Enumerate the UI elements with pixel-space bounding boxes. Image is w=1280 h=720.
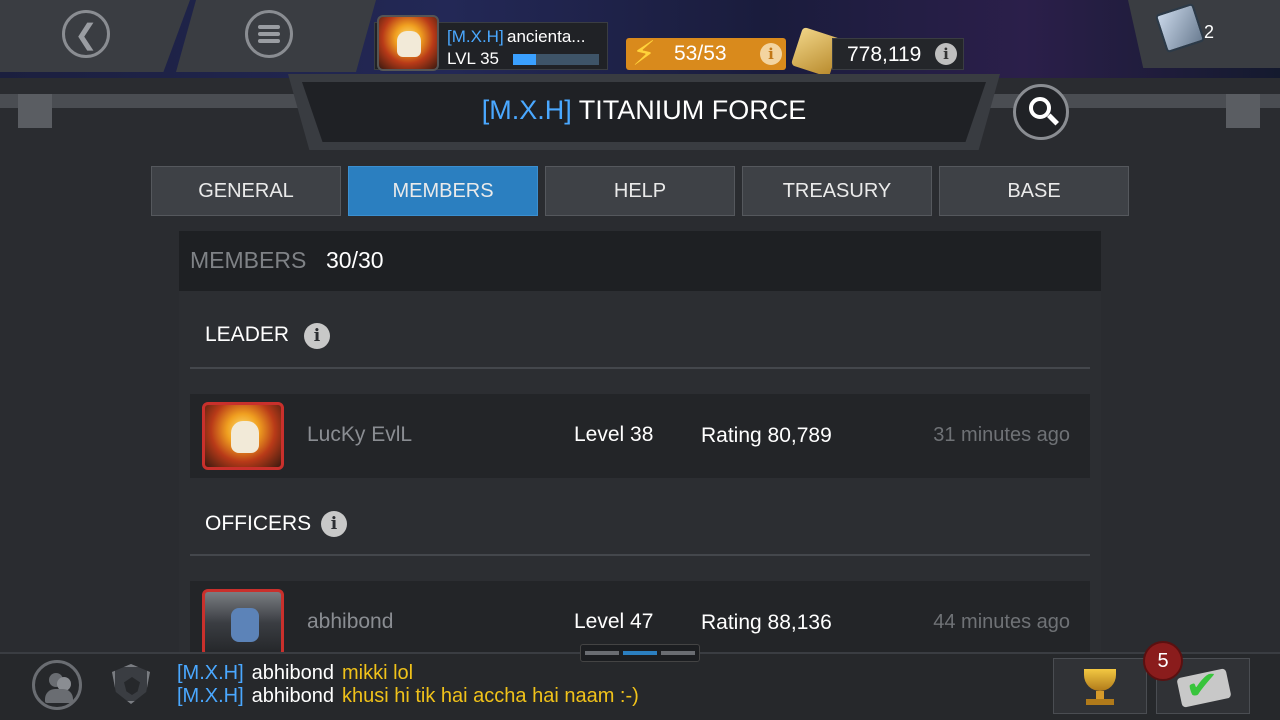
- chat-user: abhibond: [251, 662, 334, 684]
- member-name: LucKy EvlL: [307, 423, 413, 446]
- energy-meter[interactable]: ⚡ 53/53 i: [626, 35, 786, 73]
- members-panel: MEMBERS 30/30 LEADER i LucKy EvlL Level …: [179, 231, 1101, 665]
- back-button[interactable]: ❮: [62, 10, 110, 58]
- profile-card[interactable]: [M.X.H] ancienta... LVL 35: [374, 15, 608, 71]
- chat-message: [M.X.H] abhibond khusi hi tik hai accha ha…: [177, 685, 639, 708]
- search-button[interactable]: [1013, 84, 1069, 140]
- people-icon[interactable]: [32, 660, 82, 710]
- chat-text: mikki lol: [341, 662, 414, 684]
- chat-message: [M.X.H] abhibond mikki lol: [177, 662, 413, 685]
- member-avatar: [202, 402, 284, 470]
- officers-info-icon[interactable]: i: [321, 511, 347, 537]
- members-count: 30/30: [326, 247, 384, 273]
- menu-icon: [258, 25, 280, 43]
- title-name: TITANIUM FORCE: [578, 95, 807, 125]
- energy-icon: ⚡: [632, 35, 656, 73]
- trophy-button[interactable]: [1053, 658, 1147, 714]
- xp-fill: [513, 54, 537, 65]
- member-level: Level 38: [574, 423, 654, 446]
- member-level: Level 47: [574, 610, 654, 633]
- title-tag: [M.X.H]: [481, 95, 572, 125]
- chat-tag: [M.X.H]: [177, 685, 244, 707]
- members-header: MEMBERS 30/30: [179, 231, 1101, 291]
- member-last-seen: 44 minutes ago: [933, 611, 1070, 633]
- member-row-leader[interactable]: LucKy EvlL Level 38 Rating 80,789 31 min…: [190, 394, 1090, 478]
- cards-button[interactable]: 2: [1128, 0, 1280, 68]
- avatar: [377, 15, 439, 71]
- chat-user: abhibond: [251, 685, 334, 707]
- divider: [190, 367, 1090, 369]
- menu-button[interactable]: [245, 10, 293, 58]
- quest-badge: 5: [1143, 641, 1183, 681]
- page-title: [M.X.H] TITANIUM FORCE: [302, 95, 986, 126]
- member-avatar: [202, 589, 284, 657]
- energy-info-icon[interactable]: i: [760, 43, 782, 65]
- members-label: MEMBERS: [190, 247, 307, 273]
- tab-help[interactable]: HELP: [545, 166, 735, 216]
- leader-title: LEADER: [205, 323, 290, 346]
- xp-bar: [513, 54, 599, 65]
- member-last-seen: 31 minutes ago: [933, 424, 1070, 446]
- tab-treasury[interactable]: TREASURY: [742, 166, 932, 216]
- gold-info-icon[interactable]: i: [935, 43, 957, 65]
- gold-value: 778,119: [847, 43, 922, 66]
- chat-text: khusi hi tik hai accha hai naam :-): [341, 685, 639, 707]
- back-icon: ❮: [74, 18, 98, 50]
- divider: [190, 554, 1090, 556]
- tab-general[interactable]: GENERAL: [151, 166, 341, 216]
- tab-members[interactable]: MEMBERS: [348, 166, 538, 216]
- member-rating: Rating 88,136: [701, 611, 832, 634]
- bracket-left: [18, 94, 52, 128]
- gold-meter[interactable]: 778,119 i: [832, 38, 964, 70]
- profile-alliance-tag: [M.X.H]: [447, 27, 504, 46]
- chat-tag: [M.X.H]: [177, 662, 244, 684]
- energy-value: 53/53: [674, 42, 727, 65]
- profile-name: ancienta...: [507, 27, 586, 46]
- member-name: abhibond: [307, 610, 394, 633]
- bracket-right: [1226, 94, 1260, 128]
- tab-base[interactable]: BASE: [939, 166, 1129, 216]
- officers-title: OFFICERS: [205, 512, 312, 535]
- chat-pager[interactable]: [580, 644, 700, 662]
- profile-level: LVL 35: [447, 49, 499, 68]
- leader-info-icon[interactable]: i: [304, 323, 330, 349]
- cards-count: 2: [1204, 22, 1215, 42]
- member-rating: Rating 80,789: [701, 424, 832, 447]
